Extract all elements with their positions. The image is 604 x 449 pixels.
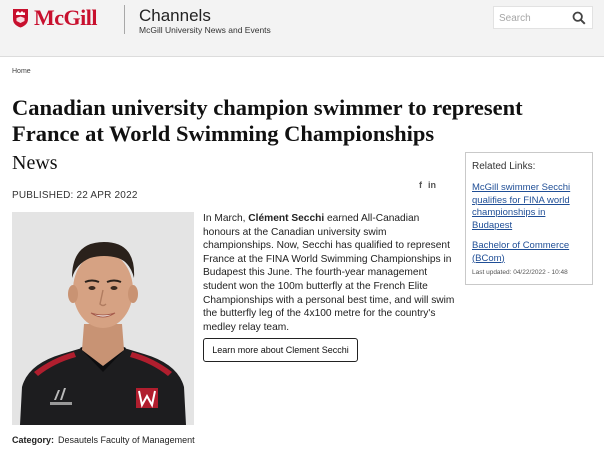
published-label: PUBLISHED: [12, 190, 74, 201]
related-link-secchi-fina[interactable]: McGill swimmer Secchi qualifies for FINA… [472, 182, 586, 232]
category-label: Category: [12, 435, 55, 445]
social-share: f in [419, 180, 436, 190]
logo-text: McGill [34, 5, 97, 30]
search-input[interactable] [499, 11, 569, 25]
body-intro: In March, [203, 213, 249, 224]
header-divider [124, 5, 125, 34]
published-value: 22 APR 2022 [76, 190, 138, 201]
article-category: Category: Desautels Faculty of Management [12, 435, 195, 445]
search-box [493, 6, 593, 29]
channels-title[interactable]: Channels [139, 6, 211, 26]
published-date: PUBLISHED: 22 APR 2022 [12, 190, 138, 201]
related-link-bcom[interactable]: Bachelor of Commerce (BCom) [472, 240, 586, 265]
body-name: Clément Secchi [248, 213, 325, 224]
category-link[interactable]: Desautels Faculty of Management [58, 435, 195, 445]
portrait-image [12, 212, 194, 425]
search-icon[interactable] [572, 11, 586, 25]
breadcrumb: Home [12, 68, 31, 75]
related-links-title: Related Links: [472, 161, 536, 172]
section-label[interactable]: News [12, 152, 58, 174]
article-body: In March, Clément Secchi earned All-Cana… [203, 212, 458, 334]
mcgill-logo[interactable]: McGill [12, 7, 97, 29]
channels-subtitle: McGill University News and Events [139, 25, 271, 35]
article-title: Canadian university champion swimmer to … [12, 95, 523, 146]
facebook-icon[interactable]: f [419, 180, 422, 190]
site-header: McGill Channels McGill University News a… [0, 0, 604, 57]
mcgill-crest-icon [13, 9, 28, 28]
article-photo [12, 212, 194, 425]
breadcrumb-home[interactable]: Home [12, 68, 31, 75]
learn-more-button[interactable]: Learn more about Clement Secchi [203, 338, 358, 362]
body-rest: earned All-Canadian honours at the Canad… [203, 213, 455, 333]
linkedin-icon[interactable]: in [428, 180, 436, 190]
last-updated: Last updated: 04/22/2022 - 10:48 [472, 269, 568, 276]
related-links-box: Related Links: McGill swimmer Secchi qua… [465, 152, 593, 285]
